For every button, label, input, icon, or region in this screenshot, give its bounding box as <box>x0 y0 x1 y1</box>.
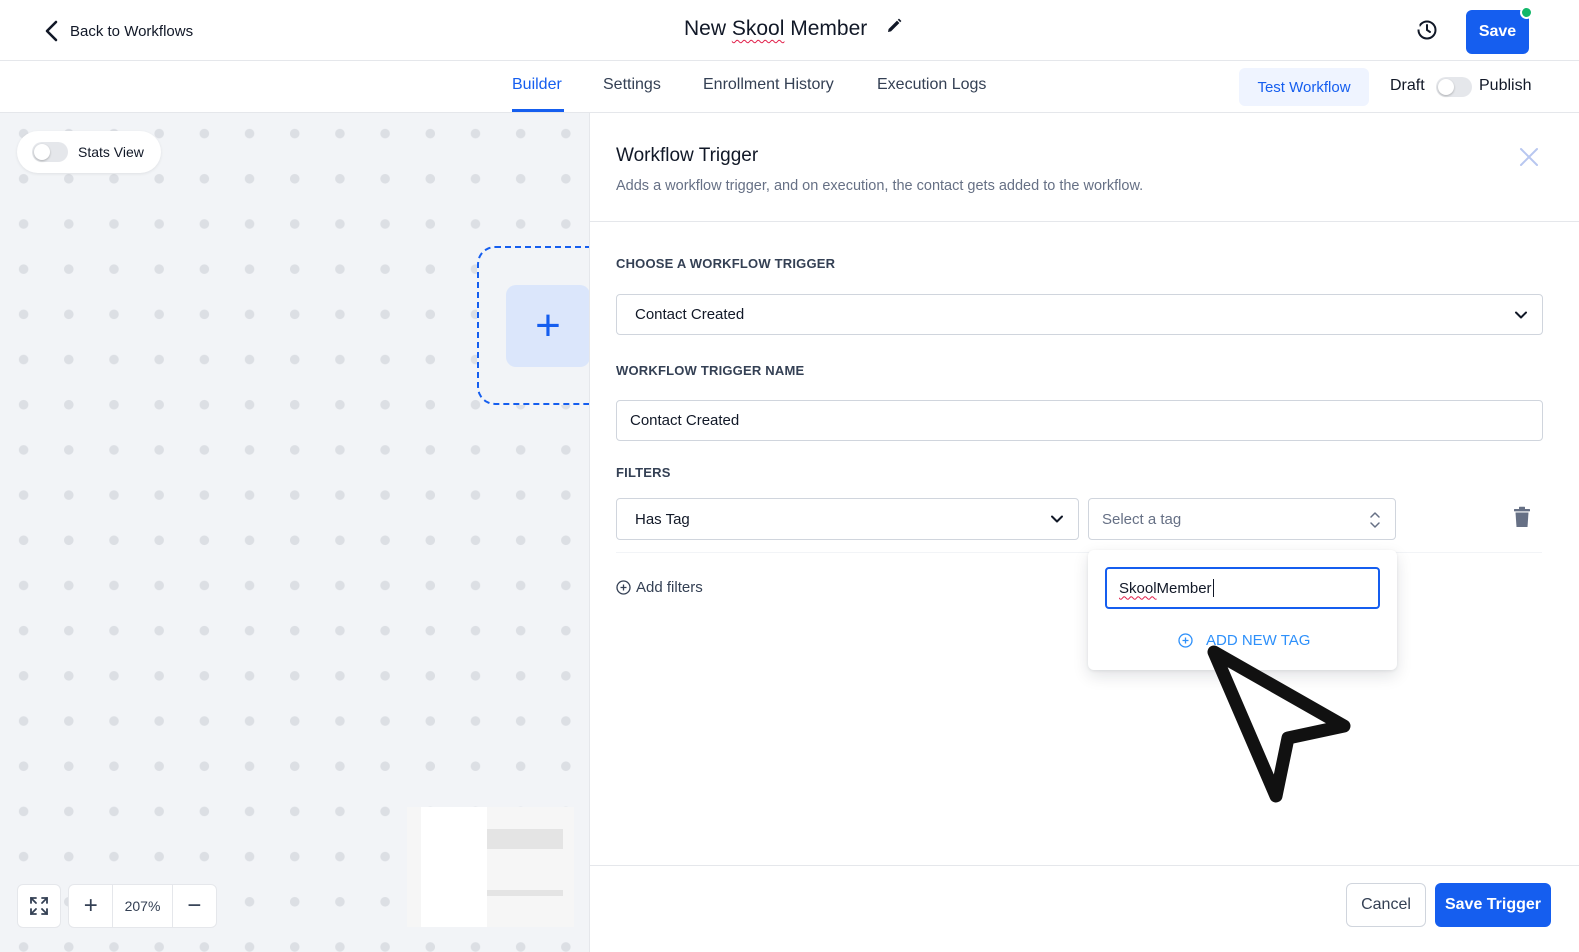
trigger-name-label: WORKFLOW TRIGGER NAME <box>616 363 805 378</box>
updown-icon <box>1370 512 1380 528</box>
add-filters-button[interactable]: Add filters <box>616 579 703 596</box>
test-workflow-button[interactable]: Test Workflow <box>1239 68 1369 106</box>
cancel-button[interactable]: Cancel <box>1346 883 1426 927</box>
tag-select-placeholder: Select a tag <box>1102 510 1182 528</box>
status-dot <box>1520 6 1533 19</box>
back-to-workflows-link[interactable]: Back to Workflows <box>44 20 193 42</box>
chevron-down-icon <box>1515 311 1527 318</box>
add-new-tag-button[interactable]: ADD NEW TAG <box>1178 632 1310 649</box>
edit-title-button[interactable] <box>885 17 903 41</box>
stats-view-toggle[interactable]: Stats View <box>17 131 161 173</box>
draft-label: Draft <box>1390 77 1425 94</box>
trigger-select-value: Contact Created <box>635 306 745 323</box>
add-filters-label: Add filters <box>636 579 703 596</box>
plus-circle-icon <box>1178 633 1193 648</box>
minimap-node <box>487 890 563 896</box>
tag-select[interactable]: Select a tag <box>1088 498 1396 540</box>
trigger-name-value: Contact Created <box>630 412 740 429</box>
workflow-title-text: New Skool Member <box>684 17 867 41</box>
title-suffix: Member <box>784 17 868 40</box>
plus-icon: + <box>535 301 561 350</box>
chevron-left-icon <box>45 20 58 42</box>
close-icon[interactable] <box>1518 146 1540 168</box>
tab-builder[interactable]: Builder <box>512 76 562 94</box>
tabs-bar: Builder Settings Enrollment History Exec… <box>0 61 1579 113</box>
active-tab-indicator <box>512 109 564 112</box>
divider <box>590 221 1579 222</box>
zoom-out-button[interactable]: − <box>173 885 216 927</box>
minimap-viewport <box>421 807 487 927</box>
publish-label: Publish <box>1479 77 1532 94</box>
add-trigger-button[interactable]: + <box>506 285 589 367</box>
add-new-tag-label: ADD NEW TAG <box>1206 632 1311 649</box>
zoom-in-button[interactable]: + <box>69 885 112 927</box>
stats-view-label: Stats View <box>78 144 144 160</box>
history-icon[interactable] <box>1415 18 1439 42</box>
title-prefix: New <box>684 17 732 40</box>
save-button[interactable]: Save <box>1466 10 1529 54</box>
title-misspelled-word: Skool <box>731 17 785 40</box>
panel-title: Workflow Trigger <box>616 145 759 166</box>
tab-execution-logs[interactable]: Execution Logs <box>877 76 986 94</box>
fit-screen-button[interactable] <box>17 884 61 928</box>
workflow-canvas[interactable]: Stats View + + 207% − <box>0 113 589 952</box>
back-label: Back to Workflows <box>70 22 194 40</box>
pencil-icon <box>888 18 902 32</box>
tab-enrollment-history[interactable]: Enrollment History <box>703 76 834 94</box>
text-caret <box>1212 579 1214 597</box>
tag-search-input[interactable]: Skool Member <box>1105 567 1380 609</box>
top-bar: Back to Workflows New Skool Member Save <box>0 0 1579 61</box>
publish-toggle[interactable] <box>1436 77 1472 97</box>
trash-icon[interactable] <box>1512 506 1532 528</box>
minimap-node <box>487 829 563 849</box>
chevron-down-icon <box>1051 515 1063 523</box>
stats-toggle-switch[interactable] <box>32 142 68 162</box>
tag-dropdown: Skool Member ADD NEW TAG <box>1088 550 1397 670</box>
trigger-name-input[interactable]: Contact Created <box>616 400 1543 441</box>
tab-settings[interactable]: Settings <box>603 76 661 94</box>
zoom-controls: + 207% − <box>68 884 217 928</box>
trigger-select[interactable]: Contact Created <box>616 294 1543 335</box>
choose-trigger-label: CHOOSE A WORKFLOW TRIGGER <box>616 256 836 271</box>
tag-search-misspelled-word: Skool <box>1119 579 1157 597</box>
footer-divider <box>590 865 1579 866</box>
filter-type-select[interactable]: Has Tag <box>616 498 1079 540</box>
filter-type-value: Has Tag <box>635 510 690 528</box>
fit-screen-icon <box>30 897 48 915</box>
save-trigger-button[interactable]: Save Trigger <box>1435 883 1551 927</box>
workflow-title: New Skool Member <box>684 17 903 41</box>
zoom-level: 207% <box>112 885 173 927</box>
trigger-panel: Workflow Trigger Adds a workflow trigger… <box>589 113 1579 952</box>
tag-search-suffix: Member <box>1156 579 1212 597</box>
panel-subtitle: Adds a workflow trigger, and on executio… <box>616 178 1144 194</box>
plus-circle-icon <box>616 580 631 595</box>
minimap[interactable] <box>407 807 574 927</box>
filters-label: FILTERS <box>616 465 671 480</box>
